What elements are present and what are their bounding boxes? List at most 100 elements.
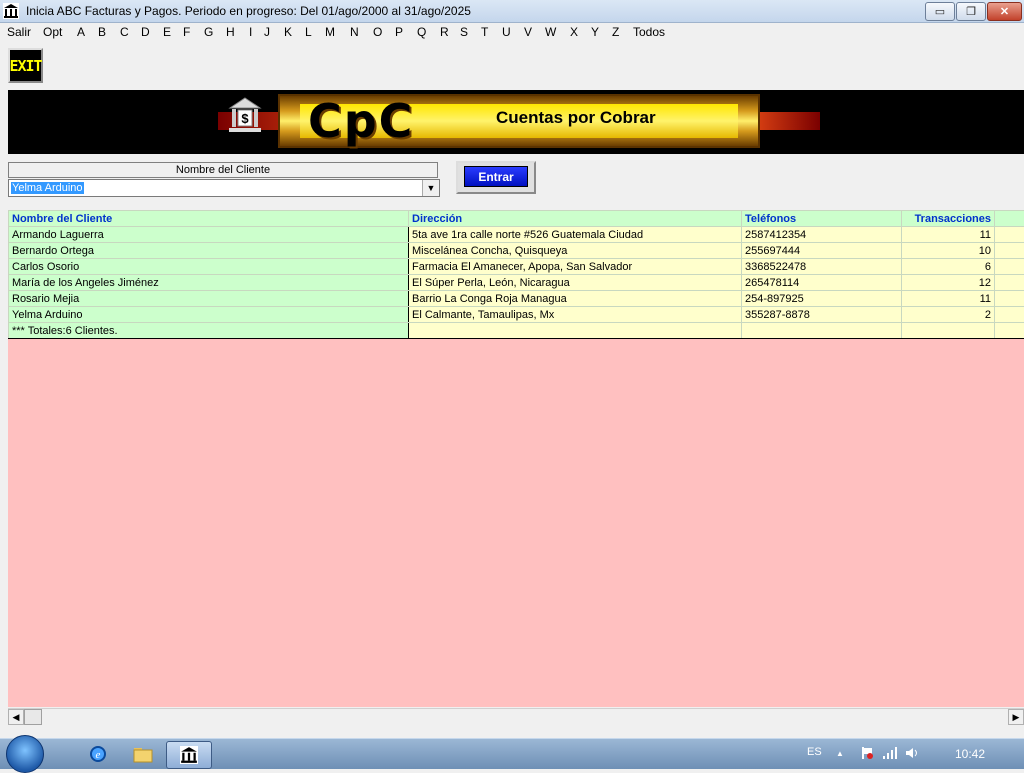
menu-letter-e[interactable]: E bbox=[163, 25, 171, 39]
clients-grid: Nombre del Cliente Dirección Teléfonos T… bbox=[8, 210, 1024, 339]
cell-extra bbox=[995, 227, 1024, 243]
app-banner: $ CpC Cuentas por Cobrar bbox=[8, 90, 1024, 154]
menu-letter-v[interactable]: V bbox=[524, 25, 532, 39]
volume-icon[interactable] bbox=[905, 746, 921, 760]
col-header-transactions[interactable]: Transacciones bbox=[902, 211, 995, 227]
col-header-phone[interactable]: Teléfonos bbox=[742, 211, 902, 227]
totals-empty bbox=[995, 323, 1024, 339]
cell-address[interactable]: 5ta ave 1ra calle norte #526 Guatemala C… bbox=[409, 227, 742, 243]
bank-icon bbox=[3, 3, 19, 19]
menu-letter-a[interactable]: A bbox=[77, 25, 85, 39]
cell-phone[interactable]: 254-897925 bbox=[742, 291, 902, 307]
exit-label: EXIT bbox=[9, 57, 41, 75]
language-indicator[interactable]: ES bbox=[807, 746, 822, 758]
tray-expand-icon[interactable]: ▲ bbox=[836, 749, 844, 758]
table-row[interactable]: María de los Angeles Jiménez El Súper Pe… bbox=[9, 275, 1024, 291]
menu-letter-t[interactable]: T bbox=[481, 25, 488, 39]
menu-letter-r[interactable]: R bbox=[440, 25, 449, 39]
menu-letter-h[interactable]: H bbox=[226, 25, 235, 39]
ie-icon[interactable]: e bbox=[86, 743, 110, 765]
menu-letter-m[interactable]: M bbox=[325, 25, 335, 39]
menu-letter-w[interactable]: W bbox=[545, 25, 556, 39]
taskbar: e ES ▲ 10:42 bbox=[0, 738, 1024, 769]
menu-letter-o[interactable]: O bbox=[373, 25, 382, 39]
menu-letter-j[interactable]: J bbox=[264, 25, 270, 39]
cell-name[interactable]: Yelma Arduino bbox=[9, 307, 409, 323]
start-button[interactable] bbox=[6, 735, 44, 773]
minimize-button[interactable]: ▭ bbox=[925, 2, 955, 21]
menu-letter-g[interactable]: G bbox=[204, 25, 213, 39]
scroll-thumb[interactable] bbox=[24, 709, 42, 725]
menu-salir[interactable]: Salir bbox=[7, 25, 31, 39]
cell-extra bbox=[995, 275, 1024, 291]
cell-name[interactable]: Carlos Osorio bbox=[9, 259, 409, 275]
folder-icon[interactable] bbox=[131, 743, 155, 765]
taskbar-app-button[interactable] bbox=[166, 741, 212, 769]
cell-phone[interactable]: 355287-8878 bbox=[742, 307, 902, 323]
cell-phone[interactable]: 2587412354 bbox=[742, 227, 902, 243]
menu-letter-n[interactable]: N bbox=[350, 25, 359, 39]
table-row[interactable]: Yelma Arduino El Calmante, Tamaulipas, M… bbox=[9, 307, 1024, 323]
col-header-name[interactable]: Nombre del Cliente bbox=[9, 211, 409, 227]
cell-extra bbox=[995, 291, 1024, 307]
cell-extra bbox=[995, 243, 1024, 259]
cell-name[interactable]: Rosario Mejia bbox=[9, 291, 409, 307]
restore-button[interactable]: ❐ bbox=[956, 2, 986, 21]
table-row[interactable]: Armando Laguerra 5ta ave 1ra calle norte… bbox=[9, 227, 1024, 243]
cell-transactions[interactable]: 11 bbox=[902, 227, 995, 243]
menu-letter-z[interactable]: Z bbox=[612, 25, 619, 39]
close-button[interactable]: ✕ bbox=[987, 2, 1022, 21]
exit-button[interactable]: EXIT bbox=[8, 48, 43, 83]
entrar-label: Entrar bbox=[464, 166, 528, 187]
table-row[interactable]: Rosario Mejia Barrio La Conga Roja Manag… bbox=[9, 291, 1024, 307]
totals-empty bbox=[409, 323, 742, 339]
cell-name[interactable]: María de los Angeles Jiménez bbox=[9, 275, 409, 291]
network-signal-icon[interactable] bbox=[882, 746, 898, 760]
cell-transactions[interactable]: 10 bbox=[902, 243, 995, 259]
chevron-down-icon[interactable]: ▼ bbox=[422, 180, 439, 196]
cell-transactions[interactable]: 2 bbox=[902, 307, 995, 323]
menu-letter-y[interactable]: Y bbox=[591, 25, 599, 39]
bank-icon bbox=[180, 746, 198, 764]
menu-letter-l[interactable]: L bbox=[305, 25, 312, 39]
cell-extra bbox=[995, 259, 1024, 275]
menu-letter-q[interactable]: Q bbox=[417, 25, 426, 39]
scroll-right-icon[interactable]: ▶ bbox=[1008, 709, 1024, 725]
cell-address[interactable]: Farmacia El Amanecer, Apopa, San Salvado… bbox=[409, 259, 742, 275]
table-row[interactable]: Carlos Osorio Farmacia El Amanecer, Apop… bbox=[9, 259, 1024, 275]
client-combo[interactable]: Yelma Arduino ▼ bbox=[8, 179, 440, 197]
horizontal-scrollbar[interactable]: ◀ ▶ bbox=[8, 708, 1024, 726]
menu-letter-d[interactable]: D bbox=[141, 25, 150, 39]
cell-phone[interactable]: 3368522478 bbox=[742, 259, 902, 275]
menu-letter-u[interactable]: U bbox=[502, 25, 511, 39]
menu-letter-b[interactable]: B bbox=[98, 25, 106, 39]
cell-phone[interactable]: 255697444 bbox=[742, 243, 902, 259]
menu-letter-f[interactable]: F bbox=[183, 25, 190, 39]
cell-address[interactable]: El Súper Perla, León, Nicaragua bbox=[409, 275, 742, 291]
menu-letter-k[interactable]: K bbox=[284, 25, 292, 39]
cell-transactions[interactable]: 6 bbox=[902, 259, 995, 275]
cell-address[interactable]: El Calmante, Tamaulipas, Mx bbox=[409, 307, 742, 323]
menu-letter-c[interactable]: C bbox=[120, 25, 129, 39]
cell-name[interactable]: Bernardo Ortega bbox=[9, 243, 409, 259]
menu-opt[interactable]: Opt bbox=[43, 25, 62, 39]
menu-letter-p[interactable]: P bbox=[395, 25, 403, 39]
svg-text:$: $ bbox=[241, 111, 249, 126]
table-row[interactable]: Bernardo Ortega Miscelánea Concha, Quisq… bbox=[9, 243, 1024, 259]
cell-transactions[interactable]: 11 bbox=[902, 291, 995, 307]
menu-letter-i[interactable]: I bbox=[249, 25, 252, 39]
cell-address[interactable]: Barrio La Conga Roja Managua bbox=[409, 291, 742, 307]
cell-address[interactable]: Miscelánea Concha, Quisqueya bbox=[409, 243, 742, 259]
cell-name[interactable]: Armando Laguerra bbox=[9, 227, 409, 243]
scroll-left-icon[interactable]: ◀ bbox=[8, 709, 24, 725]
cell-transactions[interactable]: 12 bbox=[902, 275, 995, 291]
col-header-address[interactable]: Dirección bbox=[409, 211, 742, 227]
client-label: Nombre del Cliente bbox=[8, 162, 438, 178]
cell-phone[interactable]: 265478114 bbox=[742, 275, 902, 291]
menu-letter-x[interactable]: X bbox=[570, 25, 578, 39]
entrar-button[interactable]: Entrar bbox=[456, 161, 536, 194]
menu-letter-s[interactable]: S bbox=[460, 25, 468, 39]
clock[interactable]: 10:42 bbox=[955, 747, 985, 761]
menu-todos[interactable]: Todos bbox=[633, 25, 665, 39]
action-center-flag-icon[interactable] bbox=[860, 746, 874, 760]
